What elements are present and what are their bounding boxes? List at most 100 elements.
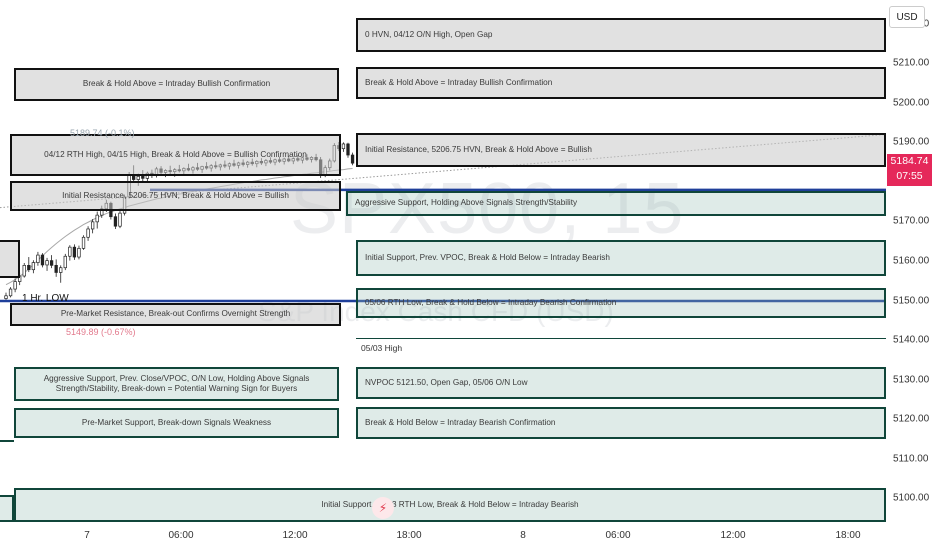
zone-initial-resistance-left[interactable]: Initial Resistance, 5206.75 HVN, Break &…: [10, 181, 341, 211]
time-axis[interactable]: [0, 522, 886, 550]
zone-label: NVPOC 5121.50, Open Gap, 05/06 O/N Low: [365, 377, 528, 387]
candle-body-down: [72, 246, 77, 258]
candle[interactable]: [8, 287, 13, 298]
candle-body-down: [350, 154, 355, 164]
candle-body-up: [136, 176, 140, 180]
candle-body-up: [81, 236, 86, 249]
zone-left-edge-resistance: [0, 240, 20, 278]
candle[interactable]: [31, 260, 36, 274]
x-tick-label: 18:00: [835, 530, 861, 541]
zone-label: Break & Hold Above = Intraday Bullish Co…: [365, 77, 553, 87]
candle[interactable]: [86, 226, 90, 241]
zone-label: 05/06 RTH Low, Break & Hold Below = Intr…: [365, 297, 617, 307]
candle-body-down: [49, 260, 54, 266]
candle[interactable]: [90, 219, 95, 234]
zone-label: Pre-Market Support, Break-down Signals W…: [81, 417, 272, 427]
x-tick-label: 06:00: [168, 530, 194, 541]
price-axis[interactable]: [886, 0, 932, 550]
zone-label: Aggressive Support, Holding Above Signal…: [355, 198, 578, 208]
candle-body-up: [4, 295, 8, 299]
candle[interactable]: [54, 259, 58, 277]
x-tick-label: 8: [520, 530, 526, 541]
candle[interactable]: [22, 262, 26, 278]
zone-break-hold-above-right[interactable]: Break & Hold Above = Intraday Bullish Co…: [356, 67, 886, 99]
zone-label: Break & Hold Above = Intraday Bullish Co…: [82, 79, 271, 89]
zone-left-edge-support: [0, 440, 14, 442]
low-annotation: 5149.89 (-0.67%): [66, 327, 136, 337]
zone-pre-market-resistance[interactable]: Pre-Market Resistance, Break-out Confirm…: [10, 303, 341, 326]
candle-body-up: [90, 221, 95, 230]
may03-high-line: [356, 338, 886, 339]
zone-break-hold-below-right[interactable]: Break & Hold Below = Intraday Bearish Co…: [356, 407, 886, 439]
candle[interactable]: [81, 235, 86, 250]
candle[interactable]: [72, 244, 77, 260]
chart-stage[interactable]: SPX500, 15 S&P Index Cash CFD (USD) 0 HV…: [0, 0, 932, 550]
last-price-value: 5184.74: [890, 155, 929, 168]
zone-label: Break & Hold Below = Intraday Bearish Co…: [365, 417, 556, 427]
zone-aggressive-support-prev-close[interactable]: Aggressive Support, Prev. Close/VPOC, O/…: [14, 367, 339, 401]
candle-body-down: [27, 265, 31, 271]
y-tick-label: 5120.00: [893, 413, 930, 425]
candle-body-up: [95, 214, 99, 223]
zone-label: Initial Resistance, 5206.75 HVN, Break &…: [62, 190, 289, 200]
zone-label: Initial Resistance, 5206.75 HVN, Break &…: [365, 144, 592, 154]
candle[interactable]: [36, 251, 40, 266]
candle[interactable]: [118, 211, 122, 229]
may03-high-label: 05/03 High: [361, 343, 403, 353]
candle[interactable]: [77, 245, 81, 260]
candle[interactable]: [40, 253, 45, 268]
zone-initial-support-vpoc[interactable]: Initial Support, Prev. VPOC, Break & Hol…: [356, 240, 886, 276]
zone-pre-market-support[interactable]: Pre-Market Support, Break-down Signals W…: [14, 408, 339, 438]
candle[interactable]: [341, 142, 346, 152]
zone-initial-support-0503[interactable]: Initial Support, 05/03 RTH Low, Break & …: [14, 488, 886, 522]
high-annotation: 5189.74 (-0.1%): [70, 128, 135, 138]
y-tick-label: 5160.00: [893, 255, 930, 267]
candle[interactable]: [27, 257, 31, 273]
candle-body-up: [118, 212, 122, 227]
candle[interactable]: [63, 253, 67, 271]
candle-body-up: [341, 143, 346, 150]
candle[interactable]: [113, 213, 118, 229]
one-hr-low-label: 1 Hr. LOW: [22, 293, 69, 304]
candle[interactable]: [95, 211, 99, 229]
zone-initial-resistance-right[interactable]: Initial Resistance, 5206.75 HVN, Break &…: [356, 133, 886, 167]
y-tick-label: 5210.00: [893, 57, 930, 69]
zone-label: Pre-Market Resistance, Break-out Confirm…: [60, 309, 291, 319]
zone-left-edge-support-bottom: [0, 495, 14, 522]
zone-rth-low-0506[interactable]: 05/06 RTH Low, Break & Hold Below = Intr…: [356, 288, 886, 318]
candle-body-up: [59, 267, 63, 273]
candle-body-up: [68, 246, 72, 257]
x-tick-label: 18:00: [396, 530, 422, 541]
x-tick-label: 06:00: [605, 530, 631, 541]
candle-body-up: [77, 247, 81, 258]
currency-selector[interactable]: USD: [889, 6, 925, 28]
zone-label: Initial Support, 05/03 RTH Low, Break & …: [321, 499, 579, 509]
zone-rth-high-0412[interactable]: 04/12 RTH High, 04/15 High, Break & Hold…: [10, 134, 341, 176]
candle-body-up: [22, 265, 26, 277]
y-tick-label: 5190.00: [893, 136, 930, 148]
y-tick-label: 5140.00: [893, 334, 930, 346]
zone-label: Initial Support, Prev. VPOC, Break & Hol…: [365, 252, 610, 262]
zone-nvpoc-5121[interactable]: NVPOC 5121.50, Open Gap, 05/06 O/N Low: [356, 367, 886, 399]
candle-body-up: [86, 228, 90, 238]
zone-break-hold-above-left[interactable]: Break & Hold Above = Intraday Bullish Co…: [14, 68, 339, 101]
candle[interactable]: [346, 142, 350, 158]
candle[interactable]: [59, 265, 63, 283]
y-tick-label: 5100.00: [893, 492, 930, 504]
y-tick-label: 5110.00: [893, 453, 929, 465]
x-tick-label: 12:00: [282, 530, 308, 541]
zone-hvn-0412-on-high[interactable]: 0 HVN, 04/12 O/N High, Open Gap: [356, 18, 886, 52]
tradingview-flash-icon[interactable]: ⚡: [372, 497, 394, 519]
zone-aggressive-support-top[interactable]: Aggressive Support, Holding Above Signal…: [346, 191, 886, 216]
candle-body-down: [40, 254, 45, 266]
candle[interactable]: [45, 257, 49, 271]
x-tick-label: 12:00: [720, 530, 746, 541]
candle[interactable]: [49, 255, 54, 269]
zone-label: 04/12 RTH High, 04/15 High, Break & Hold…: [44, 149, 307, 159]
candle[interactable]: [68, 245, 72, 261]
candle-body-up: [8, 288, 13, 297]
last-price-tag: 5184.74 07:55: [887, 154, 932, 187]
candle-body-down: [54, 265, 58, 273]
candle[interactable]: [350, 152, 355, 166]
candle-body-up: [63, 255, 67, 269]
